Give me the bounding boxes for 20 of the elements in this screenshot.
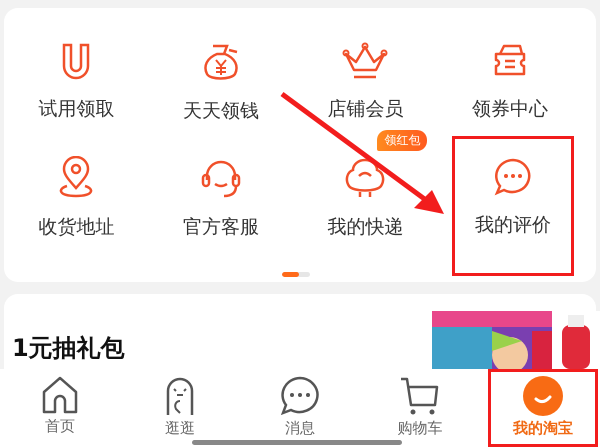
- cart-icon: [399, 375, 441, 417]
- page-indicator: [282, 272, 310, 277]
- chat-bubble-icon: [279, 375, 321, 417]
- home-icon: [41, 375, 79, 415]
- service-label[interactable]: 官方客服: [182, 214, 259, 240]
- service-label[interactable]: 试用领取: [38, 96, 114, 122]
- nav-tab[interactable]: 消息: [240, 369, 360, 447]
- mascot-icon: [343, 156, 388, 200]
- service-label[interactable]: 收货地址: [38, 214, 114, 240]
- service-label[interactable]: 我的评价: [474, 212, 551, 238]
- service-label[interactable]: 我的快递: [327, 214, 404, 240]
- service-label[interactable]: 领券中心: [472, 96, 548, 122]
- nav-tab[interactable]: 首页: [0, 369, 120, 447]
- promo-title: 1元抽礼包: [12, 333, 125, 364]
- service-label[interactable]: 天天领钱: [182, 98, 259, 124]
- promo-badge: 领红包: [377, 130, 428, 151]
- nav-tab[interactable]: 逛逛: [120, 369, 240, 447]
- smile-avatar-icon: [522, 375, 564, 417]
- nav-tab[interactable]: 购物车: [360, 369, 480, 447]
- service-label[interactable]: 店铺会员: [327, 96, 404, 122]
